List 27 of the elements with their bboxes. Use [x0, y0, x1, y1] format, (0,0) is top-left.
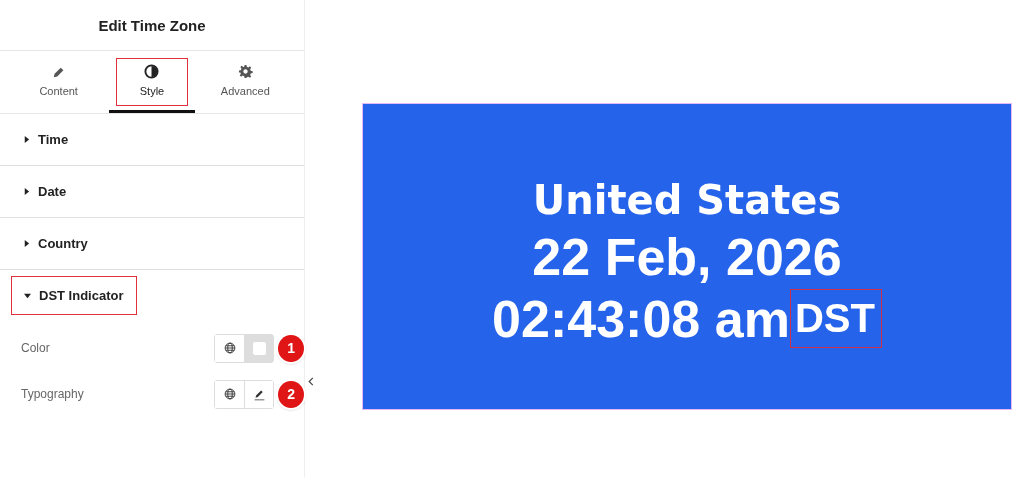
tab[interactable]: Advanced	[202, 51, 289, 113]
edit-button[interactable]	[244, 380, 274, 408]
step-badge: 1	[278, 334, 304, 362]
tab[interactable]: Style	[109, 51, 195, 113]
globe-icon	[223, 388, 236, 400]
caret-icon	[24, 292, 31, 299]
step-badge: 2	[278, 380, 304, 408]
panel-title: Edit Time Zone	[98, 16, 206, 34]
caret-icon	[23, 188, 30, 195]
section-header[interactable]: Time	[0, 114, 81, 165]
caret-icon	[23, 136, 30, 143]
country-name: United States	[532, 175, 842, 225]
tab[interactable]: Content	[15, 51, 102, 113]
globe-icon	[223, 342, 236, 354]
control-label: Color	[21, 341, 51, 355]
caret-icon	[23, 240, 30, 247]
section-header[interactable]: Date	[0, 166, 79, 217]
chevron-left-icon[interactable]	[308, 377, 314, 386]
gear-icon	[237, 64, 253, 79]
control-label: Typography	[21, 387, 85, 401]
dst-indicator: DST	[789, 289, 882, 348]
color-picker[interactable]	[244, 334, 274, 362]
section-header[interactable]: DST Indicator	[11, 276, 137, 315]
time-text: 02:43:08 am	[492, 288, 790, 350]
date-text: 22 Feb, 2026	[532, 226, 842, 288]
section-header[interactable]: Country	[0, 218, 100, 269]
contrast-icon	[144, 64, 160, 79]
